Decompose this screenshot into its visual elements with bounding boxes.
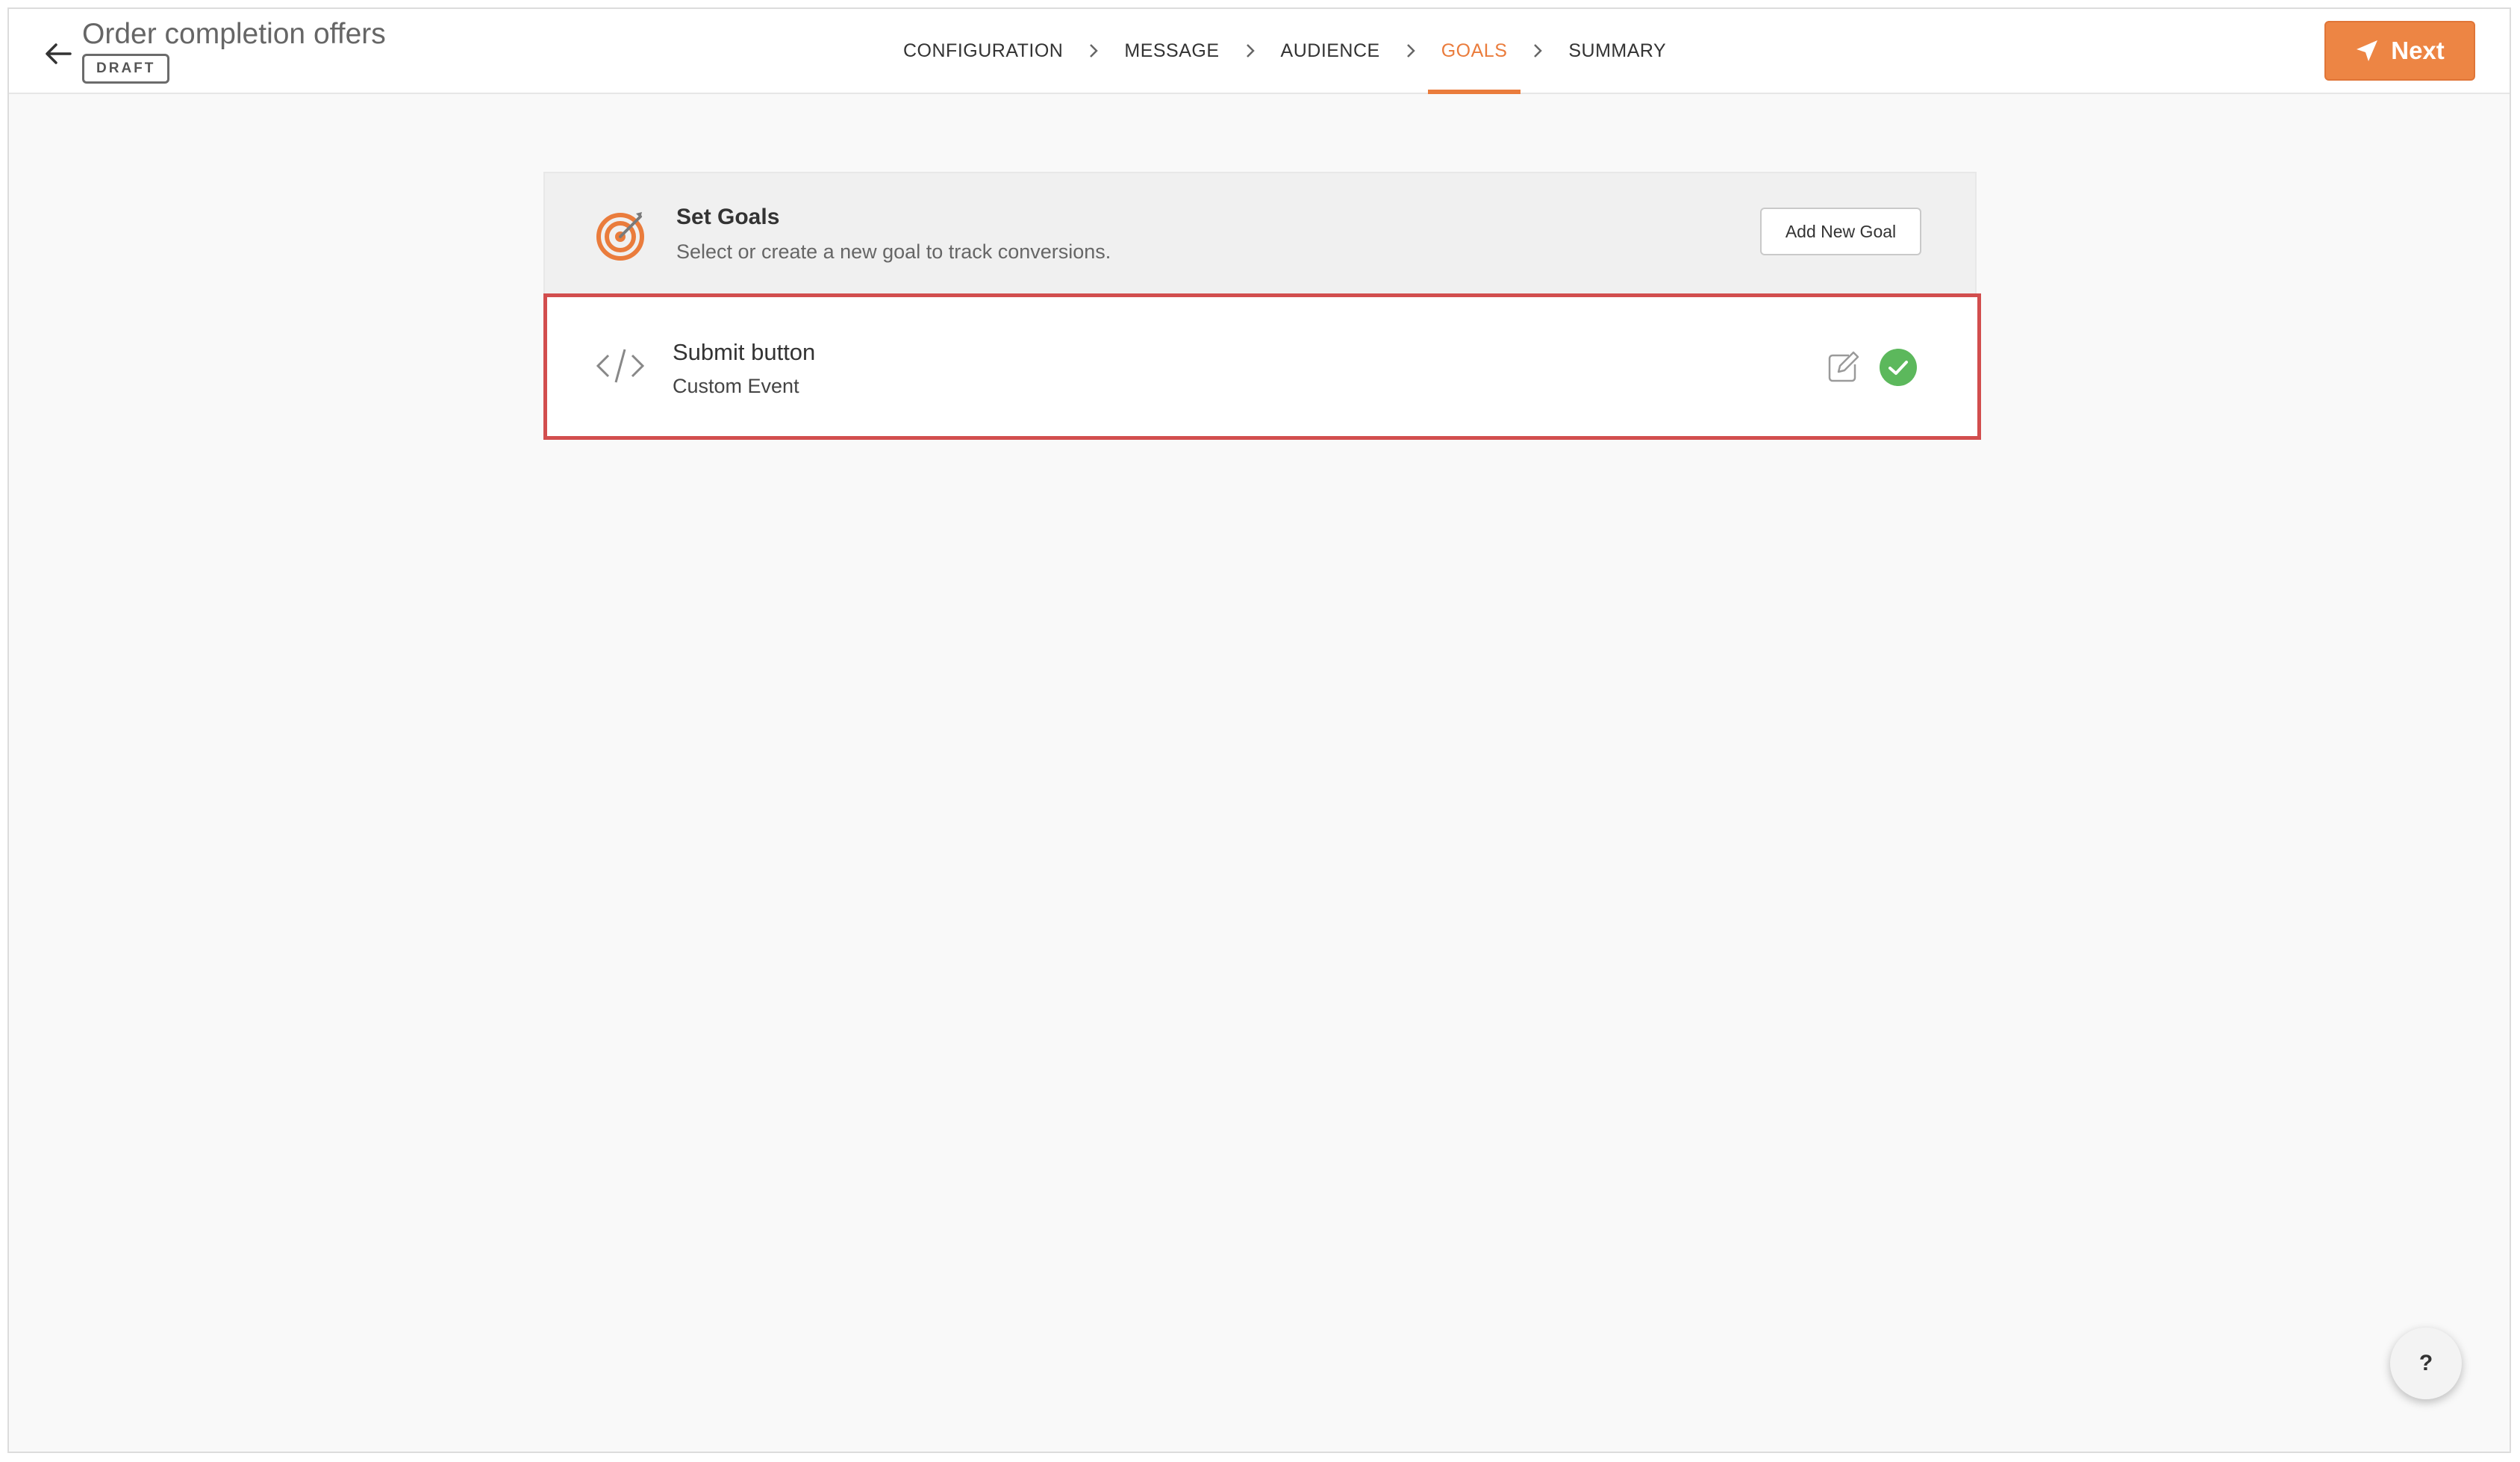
goals-description: Select or create a new goal to track con… bbox=[676, 240, 1111, 263]
goal-name: Submit button bbox=[673, 339, 816, 365]
goals-header-panel: Set Goals Select or create a new goal to… bbox=[543, 172, 1977, 297]
send-icon bbox=[2357, 40, 2378, 61]
wizard-steps: CONFIGURATION MESSAGE AUDIENCE GOALS SUM… bbox=[890, 9, 1680, 94]
step-summary[interactable]: SUMMARY bbox=[1555, 9, 1680, 93]
arrow-left-icon bbox=[46, 43, 72, 64]
help-button[interactable]: ? bbox=[2390, 1328, 2462, 1399]
next-button[interactable]: Next bbox=[2324, 21, 2475, 81]
goals-title: Set Goals bbox=[676, 205, 780, 229]
step-audience[interactable]: AUDIENCE bbox=[1267, 9, 1394, 93]
goal-card-submit-button[interactable]: Submit button Custom Event bbox=[543, 293, 1981, 440]
step-configuration[interactable]: CONFIGURATION bbox=[890, 9, 1076, 93]
goal-type: Custom Event bbox=[673, 375, 799, 397]
top-bar: Order completion offers DRAFT CONFIGURAT… bbox=[9, 9, 2510, 94]
target-icon bbox=[596, 212, 644, 261]
chevron-right-icon bbox=[1394, 9, 1428, 93]
chevron-right-icon bbox=[1233, 9, 1267, 93]
next-button-label: Next bbox=[2391, 37, 2445, 64]
step-message[interactable]: MESSAGE bbox=[1111, 9, 1232, 93]
chevron-right-icon bbox=[1076, 9, 1111, 93]
step-goals[interactable]: GOALS bbox=[1427, 9, 1521, 94]
code-icon bbox=[596, 349, 644, 383]
status-badge: DRAFT bbox=[82, 54, 170, 84]
edit-icon[interactable] bbox=[1827, 351, 1859, 384]
chevron-right-icon bbox=[1521, 9, 1555, 93]
check-circle-icon bbox=[1880, 349, 1917, 386]
back-button[interactable] bbox=[36, 31, 81, 76]
add-new-goal-button[interactable]: Add New Goal bbox=[1760, 208, 1921, 255]
app-window: Order completion offers DRAFT CONFIGURAT… bbox=[7, 7, 2511, 1453]
page-title: Order completion offers bbox=[82, 18, 386, 50]
